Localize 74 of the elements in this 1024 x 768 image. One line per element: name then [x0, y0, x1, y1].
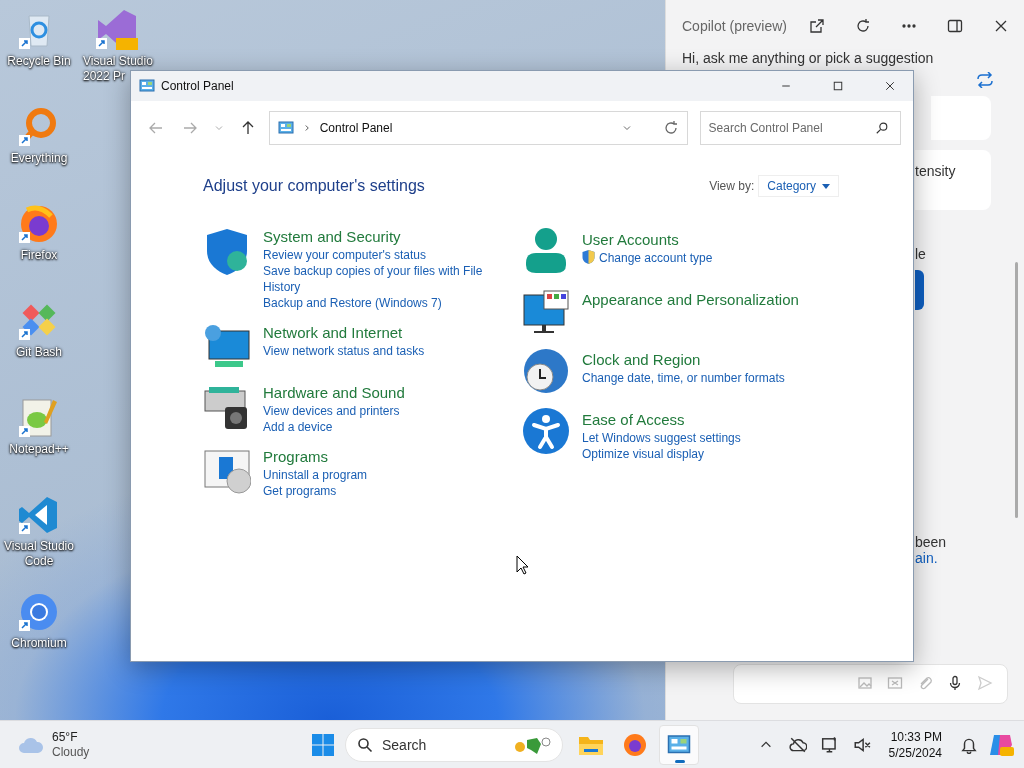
- close-icon: [884, 80, 896, 92]
- view-by-dropdown[interactable]: Category: [758, 175, 839, 197]
- cloud-off-icon: [788, 735, 807, 754]
- caret-icon: [822, 183, 830, 189]
- category-link[interactable]: Appearance and Personalization: [582, 290, 830, 310]
- uac-shield-icon: [582, 250, 595, 264]
- chat-input-field[interactable]: [733, 664, 1008, 704]
- task-link[interactable]: Change account type: [582, 250, 830, 266]
- monitor-palette-icon: [522, 287, 570, 335]
- search-icon: [357, 736, 373, 753]
- task-link[interactable]: Change date, time, or number formats: [582, 370, 830, 386]
- refresh-icon: [855, 18, 871, 34]
- close-icon: [993, 18, 1009, 34]
- clock-globe-icon: [522, 347, 570, 395]
- control-panel-icon: [139, 78, 155, 94]
- search-icon: [875, 121, 889, 135]
- window-title: Control Panel: [161, 79, 235, 93]
- message-text: le: [915, 246, 926, 262]
- panel-title: Copilot (preview): [682, 18, 789, 34]
- taskbar-app-button[interactable]: [659, 724, 699, 765]
- monitor-icon: [820, 735, 839, 754]
- search-field[interactable]: Search Control Panel: [699, 111, 901, 145]
- accessibility-icon: [522, 407, 570, 455]
- address-bar[interactable]: Control Panel: [268, 111, 688, 145]
- external-link-icon: [809, 18, 825, 34]
- copilot-icon[interactable]: [988, 732, 1014, 757]
- task-link[interactable]: Get programs: [263, 483, 495, 499]
- task-link[interactable]: Save backup copies of your files with File History: [263, 263, 495, 295]
- task-link[interactable]: Review your computer's status: [263, 247, 495, 263]
- message-link[interactable]: ain.: [915, 550, 938, 566]
- clock[interactable]: 10:33 PM 5/25/2024: [880, 728, 950, 761]
- scrollbar-thumb[interactable]: [1015, 262, 1018, 518]
- send-icon: [977, 675, 993, 691]
- task-link[interactable]: Let Windows suggest settings: [582, 430, 830, 446]
- suggestion-text: tensity: [915, 163, 956, 179]
- category-link[interactable]: User Accounts: [582, 230, 830, 250]
- side-panel-icon: [947, 18, 963, 34]
- firefox-icon: [623, 732, 647, 757]
- weather-condition-text: Cloudy: [52, 744, 90, 760]
- task-link[interactable]: Optimize visual display: [582, 446, 830, 462]
- suggestion-card[interactable]: tensity: [915, 150, 991, 210]
- swap-arrows-icon[interactable]: [976, 72, 994, 88]
- category-link[interactable]: System and Security: [263, 227, 495, 247]
- temperature-text: 65°F: [52, 729, 79, 745]
- speaker-muted-icon: [852, 735, 871, 754]
- maximize-icon: [832, 80, 844, 92]
- category-link[interactable]: Ease of Access: [582, 410, 830, 430]
- vs-app-icon: [94, 8, 138, 52]
- task-link[interactable]: Add a device: [263, 419, 495, 435]
- task-link[interactable]: View devices and printers: [263, 403, 495, 419]
- windows-logo-icon: [311, 732, 335, 757]
- task-link[interactable]: Backup and Restore (Windows 7): [263, 295, 495, 311]
- message-text: been: [915, 534, 947, 550]
- action-button[interactable]: [915, 270, 924, 310]
- greeting-text: Hi, ask me anything or pick a suggestion: [682, 50, 935, 66]
- category-link[interactable]: Hardware and Sound: [263, 383, 495, 403]
- view-by-label: View by:: [709, 179, 755, 193]
- category-link[interactable]: Clock and Region: [582, 350, 830, 370]
- task-link[interactable]: View network status and tasks: [263, 343, 495, 359]
- microphone-icon: [947, 675, 963, 691]
- cloud-icon: [18, 735, 44, 754]
- back-arrow-icon: [147, 120, 164, 136]
- refresh-icon: [662, 120, 679, 136]
- task-link[interactable]: Uninstall a program: [263, 467, 495, 483]
- mouse-pointer-icon: [516, 555, 529, 575]
- category-link[interactable]: Programs: [263, 447, 495, 467]
- control-panel-icon: [277, 120, 294, 136]
- taskbar-search-field[interactable]: Search: [345, 727, 563, 762]
- category-link[interactable]: Network and Internet: [263, 323, 495, 343]
- forward-arrow-icon: [181, 120, 198, 136]
- screenshot-icon: [887, 675, 903, 691]
- page-heading: Adjust your computer's settings: [203, 177, 425, 195]
- image-icon: [857, 675, 873, 691]
- program-disc-icon: [203, 447, 251, 495]
